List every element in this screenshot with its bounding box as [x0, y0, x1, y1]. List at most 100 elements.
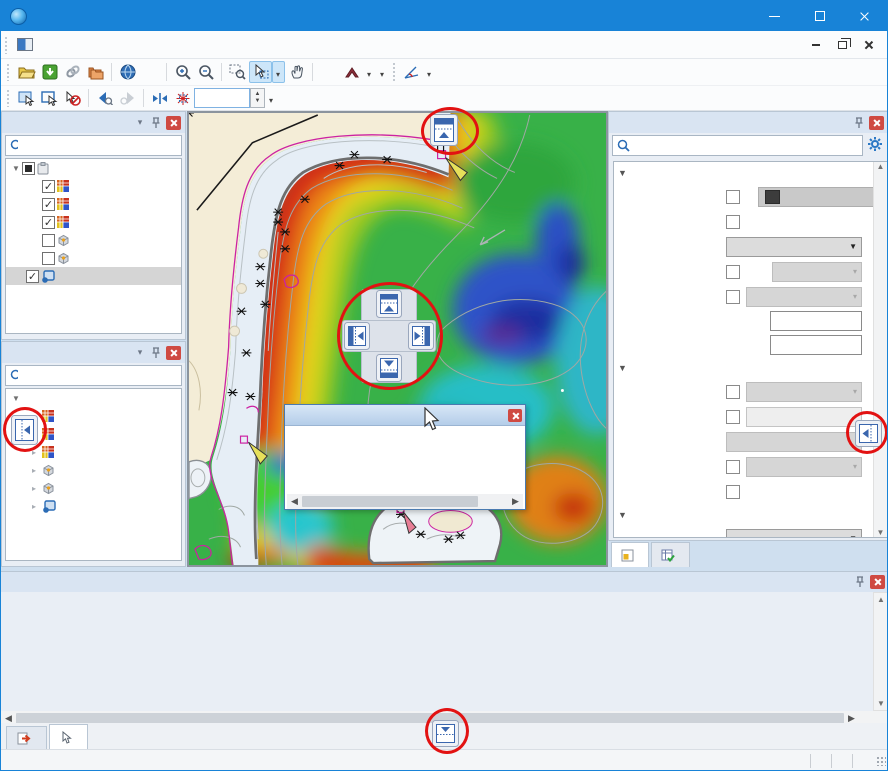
- override-colour-checkbox[interactable]: [726, 190, 740, 204]
- dock-right-edge-target[interactable]: [855, 420, 882, 450]
- coords-hscroll-thumb[interactable]: [302, 496, 478, 507]
- child-restore-button[interactable]: [829, 35, 855, 55]
- copy-folder-button[interactable]: [84, 61, 107, 83]
- transparency-dropdown[interactable]: ▼: [726, 237, 862, 257]
- minimize-button[interactable]: [752, 1, 797, 31]
- property-search-input[interactable]: [630, 138, 858, 154]
- selection-radius-button[interactable]: [171, 87, 194, 109]
- select-tool-button[interactable]: [249, 61, 272, 83]
- feature-code-dropdown[interactable]: ▾: [746, 382, 862, 402]
- coordinates-titlebar[interactable]: [285, 405, 525, 426]
- dock-top-target[interactable]: [376, 290, 402, 321]
- coordinates-hscrollbar[interactable]: ◀ ▶: [287, 494, 523, 509]
- pan-tool-button[interactable]: [285, 61, 308, 83]
- fractional-checkbox[interactable]: [726, 485, 740, 499]
- soundings-colour-range-dropdown[interactable]: [726, 432, 862, 452]
- show-nodes-checkbox[interactable]: [726, 215, 740, 229]
- scroll-left-icon[interactable]: ◀: [287, 496, 302, 507]
- layers-search-input[interactable]: [18, 138, 177, 154]
- previous-selection-button[interactable]: [93, 87, 116, 109]
- tab-attributes-depcnt[interactable]: [651, 542, 690, 567]
- layers-tree-item[interactable]: [6, 249, 181, 267]
- child-minimize-button[interactable]: [803, 35, 829, 55]
- properties-scrollbar[interactable]: ▲▼: [873, 162, 887, 537]
- project-tree-item[interactable]: ▸: [6, 479, 181, 497]
- tolerance-input[interactable]: [194, 88, 250, 108]
- split-view-button[interactable]: [148, 87, 171, 109]
- tab-selection[interactable]: [49, 724, 88, 749]
- tolerance-spinner[interactable]: ▲▼: [250, 88, 265, 108]
- import-button[interactable]: [38, 61, 61, 83]
- section-general[interactable]: ▼: [614, 162, 887, 184]
- presentation-checkbox[interactable]: [726, 290, 740, 304]
- symbolization-checkbox[interactable]: [726, 265, 740, 279]
- measure-angle-button[interactable]: [400, 61, 423, 83]
- gear-icon[interactable]: [867, 136, 883, 155]
- toolbar1-overflow[interactable]: ▾: [376, 61, 389, 83]
- title-bar[interactable]: [1, 1, 887, 31]
- feature-code-checkbox[interactable]: [726, 385, 740, 399]
- project-search-input[interactable]: [18, 368, 177, 384]
- project-tree-item[interactable]: ▸: [6, 497, 181, 515]
- checked-checkbox[interactable]: ✓: [26, 270, 39, 283]
- contours-colour-range-dropdown[interactable]: ▼: [726, 529, 862, 539]
- 3d-view-button[interactable]: [317, 61, 340, 83]
- measure-dropdown[interactable]: ▾: [423, 61, 436, 83]
- layers-menu-icon[interactable]: ▾: [132, 115, 148, 130]
- dock-right-target[interactable]: [408, 322, 434, 353]
- checked-checkbox[interactable]: ✓: [42, 216, 55, 229]
- section-soundings[interactable]: ▼: [614, 357, 887, 379]
- select-by-rectangle-button[interactable]: [15, 87, 38, 109]
- properties-pin-icon[interactable]: [851, 115, 867, 130]
- size-input[interactable]: [746, 407, 862, 427]
- tab-properties-layers[interactable]: [611, 542, 649, 567]
- dock-left-edge-target[interactable]: [11, 415, 38, 448]
- dock-bottom-target[interactable]: [376, 354, 402, 385]
- project-close-icon[interactable]: [166, 346, 181, 360]
- selection-pin-icon[interactable]: [852, 575, 868, 590]
- dock-left-target[interactable]: [344, 322, 370, 353]
- layers-pin-icon[interactable]: [148, 115, 164, 130]
- select-tool-dropdown[interactable]: ▾: [272, 61, 285, 83]
- checked-checkbox[interactable]: ✓: [42, 180, 55, 193]
- size-checkbox[interactable]: [726, 410, 740, 424]
- google-earth-button[interactable]: [139, 61, 162, 83]
- maximize-button[interactable]: [797, 1, 842, 31]
- layers-search[interactable]: [5, 135, 182, 156]
- tristate-checkbox[interactable]: [22, 162, 35, 175]
- property-search[interactable]: [612, 135, 863, 156]
- unchecked-checkbox[interactable]: [42, 234, 55, 247]
- deselect-button[interactable]: [61, 87, 84, 109]
- section-contours[interactable]: ▼: [614, 504, 887, 526]
- layers-tree-item-selected[interactable]: ✓: [6, 267, 181, 285]
- collapse-icon[interactable]: ▼: [10, 164, 22, 173]
- maximum-scale-input[interactable]: [770, 335, 862, 355]
- layers-tree-item[interactable]: ✓: [6, 213, 181, 231]
- open-project-button[interactable]: [15, 61, 38, 83]
- menubar-grip[interactable]: [4, 36, 9, 54]
- expand-icon[interactable]: ▸: [28, 502, 40, 511]
- selection-close-icon[interactable]: [870, 575, 885, 589]
- zoom-area-button[interactable]: [226, 61, 249, 83]
- override-colour-value[interactable]: [758, 187, 875, 207]
- toolbar1-grip[interactable]: [6, 63, 11, 81]
- symbolization-dropdown[interactable]: ▾: [772, 262, 862, 282]
- presentation-dropdown[interactable]: ▾: [746, 287, 862, 307]
- rounding-dropdown[interactable]: ▾: [746, 457, 862, 477]
- project-panel-titlebar[interactable]: ▾: [2, 342, 185, 363]
- globe-button[interactable]: [116, 61, 139, 83]
- layers-tree-item[interactable]: ✓: [6, 177, 181, 195]
- dock-bottom-edge-target[interactable]: [432, 720, 459, 750]
- coordinates-window[interactable]: ◀ ▶: [284, 404, 526, 510]
- scroll-right-icon[interactable]: ▶: [508, 496, 523, 507]
- project-tree-root[interactable]: ▼: [6, 389, 181, 407]
- selection-panel-titlebar[interactable]: [1, 572, 888, 592]
- project-tree-item[interactable]: ▸: [6, 461, 181, 479]
- tab-output[interactable]: [6, 726, 47, 749]
- rounding-checkbox[interactable]: [726, 460, 740, 474]
- coordinates-close-icon[interactable]: [508, 409, 522, 422]
- expand-icon[interactable]: ▸: [28, 466, 40, 475]
- layers-tree-item[interactable]: [6, 231, 181, 249]
- flyer-tool-dropdown[interactable]: ▾: [363, 61, 376, 83]
- project-search[interactable]: [5, 365, 182, 386]
